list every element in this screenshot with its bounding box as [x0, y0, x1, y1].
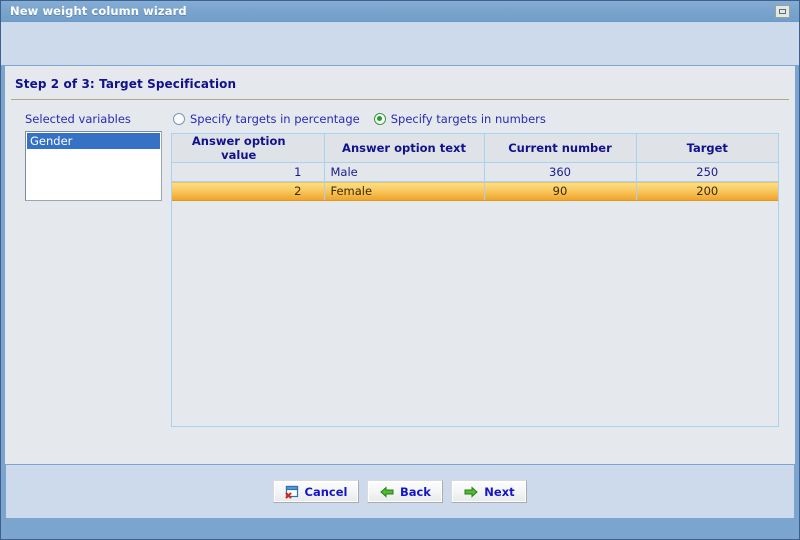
radio-icon[interactable] — [173, 113, 185, 125]
content-area: Selected variables Gender Specify target… — [5, 100, 795, 464]
arrow-left-icon — [380, 485, 394, 498]
header-band — [1, 22, 799, 66]
next-button[interactable]: Next — [451, 480, 528, 503]
selected-variables-panel: Selected variables Gender — [5, 112, 171, 464]
selected-variables-label: Selected variables — [25, 112, 131, 126]
cell-current-number: 360 — [484, 162, 637, 182]
table-header-row: Answer option value Answer option text C… — [172, 134, 778, 163]
cell-current-number: 90 — [484, 181, 637, 201]
step-header: Step 2 of 3: Target Specification — [5, 66, 795, 91]
list-item[interactable]: Gender — [27, 133, 160, 149]
back-button-label: Back — [399, 484, 431, 499]
arrow-right-icon — [464, 485, 479, 498]
title-bar: New weight column wizard — [1, 1, 799, 22]
back-button[interactable]: Back — [367, 480, 444, 503]
radio-specify-percentage[interactable]: Specify targets in percentage — [173, 112, 360, 126]
cell-target[interactable]: 200 — [636, 181, 778, 201]
selected-variables-listbox[interactable]: Gender — [25, 131, 162, 201]
table-row[interactable]: 2 Female 90 200 — [172, 181, 778, 201]
column-header-target[interactable]: Target — [636, 134, 778, 163]
column-header-answer-option-value[interactable]: Answer option value — [172, 134, 325, 163]
cell-answer-option-value: 2 — [172, 181, 325, 201]
column-header-current-number[interactable]: Current number — [484, 134, 637, 163]
window-title: New weight column wizard — [10, 4, 187, 18]
window-bottom-strip — [1, 522, 799, 539]
radio-label: Specify targets in percentage — [190, 112, 360, 126]
dialog-client-area: Step 2 of 3: Target Specification Select… — [5, 66, 795, 464]
table-row[interactable]: 1 Male 360 250 — [172, 162, 778, 182]
targets-table-panel: Answer option value Answer option text C… — [171, 133, 779, 427]
target-mode-radio-group: Specify targets in percentage Specify ta… — [171, 112, 779, 126]
radio-icon[interactable] — [373, 113, 386, 125]
cell-answer-option-text: Male — [324, 162, 485, 182]
column-header-answer-option-text[interactable]: Answer option text — [324, 134, 485, 163]
cell-answer-option-text: Female — [324, 181, 485, 201]
radio-label: Specify targets in numbers — [390, 112, 546, 126]
cell-target[interactable]: 250 — [636, 162, 778, 182]
restore-icon[interactable] — [775, 4, 790, 18]
target-specification-panel: Specify targets in percentage Specify ta… — [171, 112, 795, 464]
cancel-button-label: Cancel — [304, 484, 348, 499]
radio-specify-numbers[interactable]: Specify targets in numbers — [373, 112, 546, 126]
page-title: Step 2 of 3: Target Specification — [15, 77, 237, 91]
wizard-window: New weight column wizard Step 2 of 3: Ta… — [0, 0, 800, 540]
next-button-label: Next — [484, 484, 515, 499]
cancel-window-icon — [285, 485, 298, 498]
cancel-button[interactable]: Cancel — [272, 480, 360, 503]
targets-table: Answer option value Answer option text C… — [172, 134, 778, 201]
dialog-footer: Cancel Back Next — [5, 464, 795, 518]
cell-answer-option-value: 1 — [172, 162, 325, 182]
